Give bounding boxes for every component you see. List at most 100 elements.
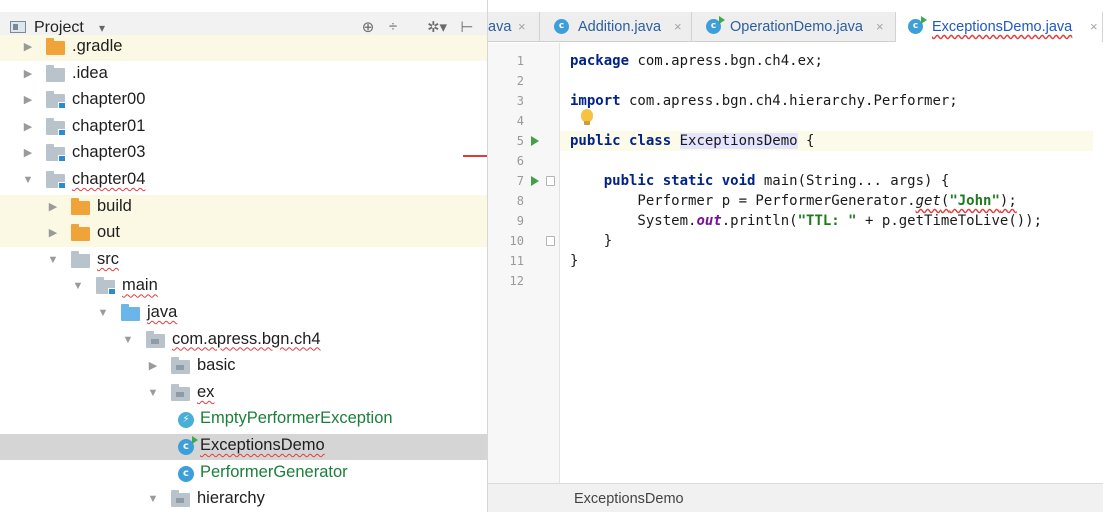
tree-item-emptyperformerexception[interactable]: ⚡ EmptyPerformerException [0,407,487,433]
chevron-down-icon[interactable]: ▼ [122,334,134,346]
tree-item-ex[interactable]: ▼ ex [0,381,487,407]
line-number: 12 [509,274,524,288]
runnable-class-icon: c [178,436,198,455]
chevron-down-icon[interactable]: ▼ [147,493,159,505]
line-number: 8 [516,194,524,208]
breadcrumb-item[interactable]: ExceptionsDemo [574,491,684,507]
project-panel: Project ▾ ⊕ ÷ ✲▾ ⊢ ▶ .gradle ▶ .idea ▶ chapte… [0,0,488,512]
tree-item-build[interactable]: ▶ build [0,194,487,221]
chevron-right-icon[interactable]: ▶ [47,227,59,239]
chevron-right-icon[interactable]: ▶ [47,201,59,213]
chevron-down-icon[interactable]: ▼ [97,307,109,319]
chevron-right-icon[interactable]: ▶ [22,41,34,53]
module-folder-icon [46,144,66,163]
code-line-9: System.out.println("TTL: " + p.getTimeTo… [570,213,1043,229]
tree-item-main[interactable]: ▼ main [0,274,487,300]
tree-item-label: EmptyPerformerException [200,409,393,428]
tree-item-com-apress-bgn-ch4[interactable]: ▼ com.apress.bgn.ch4 [0,328,487,354]
tree-item-basic[interactable]: ▶ basic [0,354,487,380]
close-icon[interactable]: × [518,19,526,34]
tree-item-src[interactable]: ▼ src [0,248,487,274]
orange-folder-icon [71,197,90,215]
tree-item-chapter03[interactable]: ▶ chapter03 [0,141,487,167]
package-icon [146,330,165,348]
hide-panel-icon[interactable]: ⊢ [458,18,476,36]
tree-item-chapter04[interactable]: ▼ chapter04 [0,168,487,194]
tree-item-idea[interactable]: ▶ .idea [0,62,487,88]
class-icon: c [554,19,569,34]
chevron-down-icon[interactable]: ▾ [99,21,105,35]
line-number: 10 [509,234,524,248]
package-icon [171,357,190,375]
lightbulb-icon[interactable] [581,109,593,125]
tree-item-label: chapter00 [72,90,146,109]
runnable-class-icon: c [706,16,725,34]
chevron-right-icon[interactable]: ▶ [22,147,34,159]
tab-addition-java[interactable]: c Addition.java × [540,12,692,42]
chevron-right-icon[interactable]: ▶ [22,68,34,80]
run-class-icon[interactable] [531,136,539,146]
tree-item-gradle[interactable]: ▶ .gradle [0,35,487,61]
tree-item-label: ex [197,382,215,401]
line-number: 3 [516,94,524,108]
tab-label: OperationDemo.java [730,19,863,35]
collapse-all-icon[interactable]: ÷ [384,18,402,35]
gray-folder-icon [71,250,90,268]
line-number: 2 [516,74,524,88]
tree-item-hierarchy[interactable]: ▼ hierarchy [0,487,487,512]
tab-operationdemo-java[interactable]: c OperationDemo.java × [692,12,896,42]
tree-item-chapter01[interactable]: ▶ chapter01 [0,115,487,141]
breadcrumb: ExceptionsDemo [488,483,1103,512]
module-folder-icon [46,171,66,189]
tree-item-performergenerator[interactable]: c PerformerGenerator [0,461,487,487]
chevron-down-icon[interactable]: ▼ [147,387,159,399]
orange-folder-icon [71,224,90,242]
code-line-11: } [570,253,579,269]
close-icon[interactable]: × [876,19,884,34]
tree-item-chapter00[interactable]: ▶ chapter00 [0,88,487,114]
editor-gutter: 1 2 3 4 5 6 7 8 9 10 11 12 [488,43,560,483]
code-line-8: Performer p = PerformerGenerator.get("Jo… [570,193,1017,209]
blue-folder-icon [121,304,140,321]
module-folder-icon [96,277,116,296]
chevron-down-icon[interactable]: ▼ [22,174,34,186]
tree-item-label: basic [197,356,236,375]
package-icon [171,490,190,508]
tab-partial-java[interactable]: ava × [488,12,540,42]
tree-item-label: com.apress.bgn.ch4 [172,329,321,348]
locate-file-icon[interactable]: ⊕ [359,18,377,36]
orange-folder-icon [46,38,65,55]
tree-item-java[interactable]: ▼ java [0,301,487,327]
class-icon: c [178,465,194,482]
chevron-down-icon[interactable]: ▼ [72,280,84,292]
tree-item-label: .idea [72,63,108,82]
code-line-1: package com.apress.bgn.ch4.ex; [570,53,823,69]
line-number: 9 [516,214,524,228]
exception-class-icon: ⚡ [178,412,194,429]
line-number: 5 [516,134,524,148]
editor-tab-bar: ava × c Addition.java × c OperationDemo.… [488,12,1103,42]
chevron-right-icon[interactable]: ▶ [147,360,159,372]
line-number: 11 [509,254,524,268]
chevron-right-icon[interactable]: ▶ [22,94,34,106]
tab-exceptionsdemo-java[interactable]: c ExceptionsDemo.java × [896,12,1103,42]
tree-item-label: chapter01 [72,116,146,135]
module-folder-icon [46,117,66,136]
fold-icon[interactable] [546,176,555,186]
fold-icon[interactable] [546,236,555,246]
tree-item-exceptionsdemo[interactable]: c ExceptionsDemo [0,434,487,460]
tree-item-label: chapter03 [72,143,146,162]
code-editor[interactable]: 1 2 3 4 5 6 7 8 9 10 11 12 package com.a… [488,43,1103,483]
close-icon[interactable]: × [674,19,682,34]
tree-item-label: src [97,249,119,268]
close-icon[interactable]: × [1090,19,1098,34]
module-folder-icon [46,91,66,110]
tree-item-label: .gradle [72,37,123,55]
run-main-icon[interactable] [531,176,539,186]
tree-item-out[interactable]: ▶ out [0,221,487,248]
package-icon [171,383,190,401]
gear-icon[interactable]: ✲▾ [425,18,449,36]
chevron-down-icon[interactable]: ▼ [47,254,59,266]
project-view-icon [10,21,26,33]
chevron-right-icon[interactable]: ▶ [22,121,34,133]
